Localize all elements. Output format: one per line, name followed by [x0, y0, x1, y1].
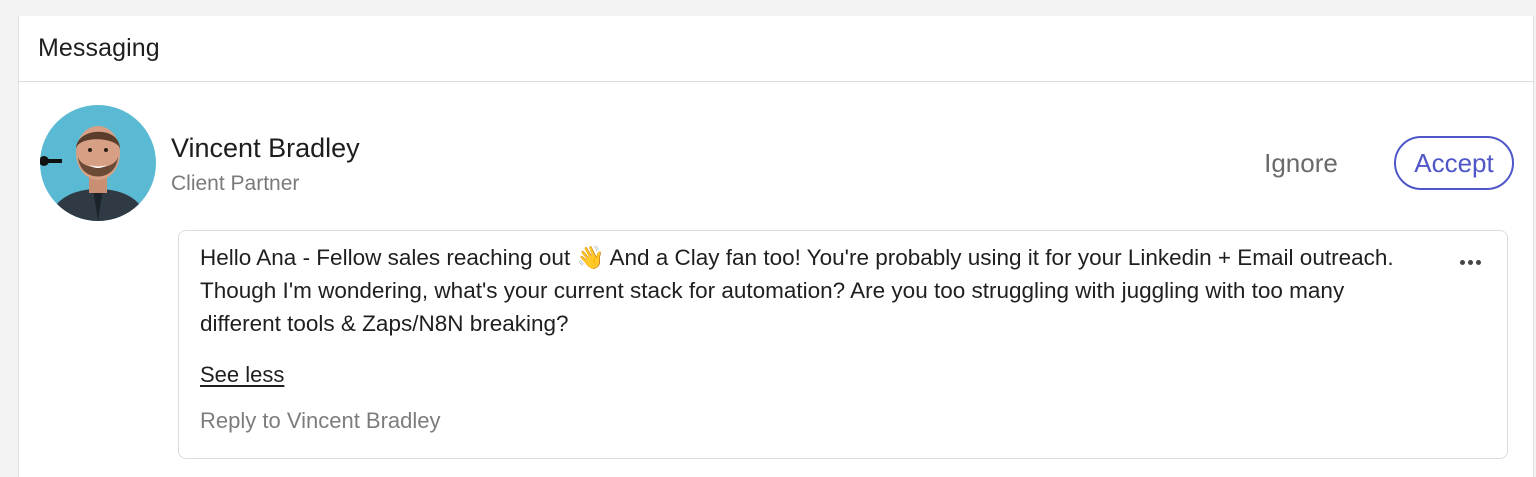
ignore-button[interactable]: Ignore — [1241, 141, 1361, 185]
more-dot — [1459, 259, 1465, 265]
panel-header: Messaging — [19, 16, 1533, 82]
reply-link[interactable]: Reply to Vincent Bradley — [200, 407, 441, 435]
message-card: Hello Ana - Fellow sales reaching out 👋 … — [178, 230, 1508, 459]
more-dot — [1475, 259, 1481, 265]
accept-button[interactable]: Accept — [1394, 136, 1514, 190]
page-title: Messaging — [38, 34, 160, 62]
see-less-link[interactable]: See less — [200, 361, 284, 389]
messaging-panel: Messaging Vincent Bradley Client Partner… — [18, 16, 1534, 477]
sender-role: Client Partner — [171, 172, 300, 195]
more-dot — [1467, 259, 1473, 265]
more-options-icon[interactable] — [1455, 253, 1485, 271]
avatar[interactable] — [40, 105, 156, 221]
message-text: Hello Ana - Fellow sales reaching out 👋 … — [200, 245, 1394, 336]
avatar-image — [40, 105, 156, 221]
sender-name[interactable]: Vincent Bradley — [171, 132, 360, 164]
